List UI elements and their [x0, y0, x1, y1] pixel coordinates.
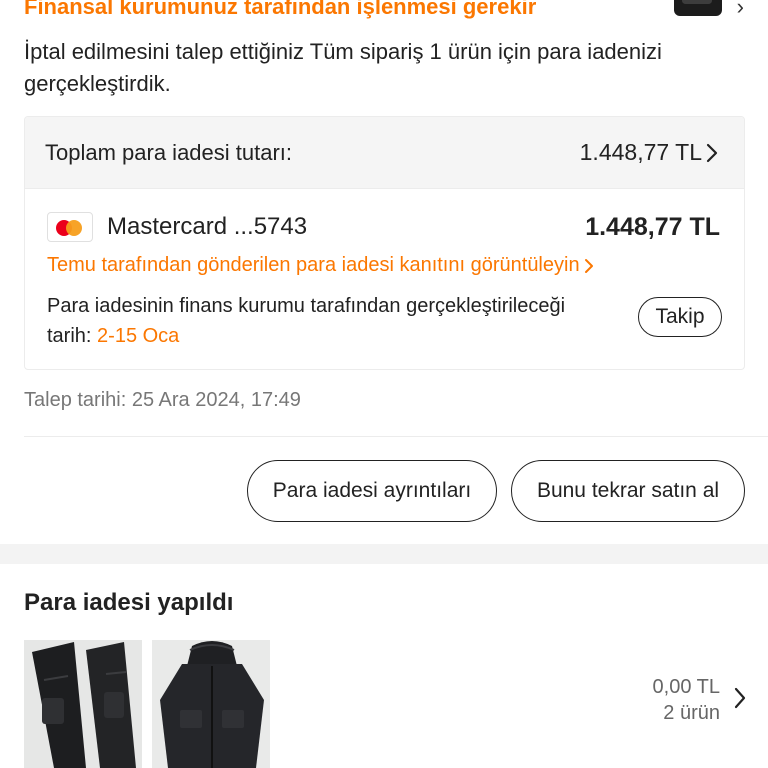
mastercard-logo-icon: [47, 212, 93, 242]
chevron-right-icon: [706, 143, 718, 162]
refund-proof-label: Temu tarafından gönderilen para iadesi k…: [47, 254, 580, 276]
product-thumbnail-pants[interactable]: [24, 640, 142, 768]
chevron-right-icon: [584, 258, 593, 273]
buy-again-button[interactable]: Bunu tekrar satın al: [511, 460, 745, 522]
refund-total-amount: 1.448,77 TL: [579, 139, 702, 165]
payment-method-name: Mastercard ...5743: [107, 213, 308, 240]
status-heading: Finansal kurumunuz tarafından işlenmesi …: [24, 0, 537, 19]
request-date: Talep tarihi: 25 Ara 2024, 17:49: [24, 389, 301, 411]
order-item-thumbnail[interactable]: [674, 0, 722, 16]
refunded-amount: 0,00 TL: [652, 676, 720, 698]
refunded-item-count: 2 ürün: [663, 702, 720, 724]
divider: [24, 436, 768, 437]
refund-total-row[interactable]: Toplam para iadesi tutarı: 1.448,77 TL: [25, 117, 744, 189]
refund-total-amount-group[interactable]: 1.448,77 TL: [580, 139, 718, 166]
product-thumbnail-jacket[interactable]: [152, 640, 270, 768]
refund-total-label: Toplam para iadesi tutarı:: [45, 139, 293, 165]
refund-notice: İptal edilmesini talep ettiğiniz Tüm sip…: [24, 39, 662, 96]
section-separator: [0, 544, 768, 564]
refund-eta-date: 2-15 Oca: [97, 325, 180, 347]
chevron-right-icon[interactable]: [734, 687, 746, 709]
track-button[interactable]: Takip: [638, 297, 722, 337]
chevron-right-icon[interactable]: ›: [737, 0, 744, 20]
refund-card: Toplam para iadesi tutarı: 1.448,77 TL M…: [24, 116, 745, 370]
refund-details-button[interactable]: Para iadesi ayrıntıları: [247, 460, 497, 522]
refunded-summary[interactable]: 0,00 TL 2 ürün: [653, 674, 720, 726]
payment-method-row: Mastercard ...5743 1.448,77 TL: [47, 210, 720, 244]
hooded-jacket-image: [152, 640, 270, 768]
refund-eta: Para iadesinin finans kurumu tarafından …: [47, 291, 567, 351]
cargo-pants-image: [24, 640, 142, 768]
refund-proof-link[interactable]: Temu tarafından gönderilen para iadesi k…: [47, 254, 594, 277]
refunded-section-title: Para iadesi yapıldı: [24, 589, 234, 616]
payment-refund-amount: 1.448,77 TL: [585, 212, 720, 241]
